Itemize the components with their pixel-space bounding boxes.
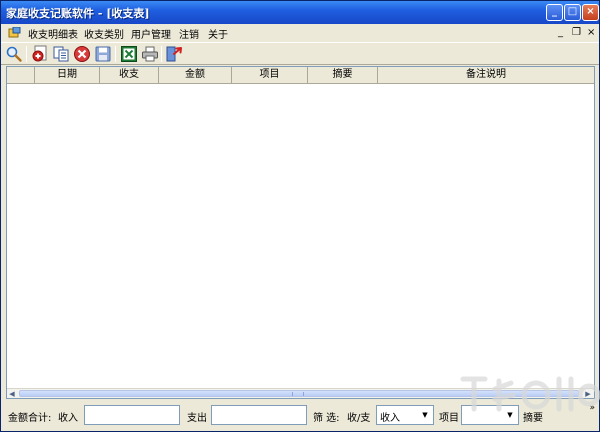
menu-about[interactable]: 关于	[208, 26, 228, 41]
column-header-amount[interactable]: 金额	[159, 67, 232, 84]
toolbar-separator	[161, 46, 162, 62]
total-label: 金额合计:	[8, 413, 52, 424]
summary-filter-label: 摘要	[523, 413, 543, 424]
income-label: 收入	[58, 413, 78, 424]
menu-bar: 收支明细表 收支类别 用户管理 注销 关于 _ ❐ ×	[1, 24, 599, 42]
column-header-summary[interactable]: 摘要	[308, 67, 378, 84]
window-title: 家庭收支记账软件 - [收支表]	[6, 7, 150, 20]
column-header-remarks[interactable]: 备注说明	[378, 67, 594, 84]
item-filter-select[interactable]: ▼	[461, 405, 519, 425]
item-filter-label: 项目	[439, 413, 459, 424]
delete-icon[interactable]	[73, 45, 91, 63]
column-header-item[interactable]: 项目	[232, 67, 308, 84]
search-icon[interactable]	[5, 45, 23, 63]
menu-income-expense-detail[interactable]: 收支明细表	[28, 26, 78, 41]
menu-categories[interactable]: 收支类别	[84, 26, 124, 41]
column-header-date[interactable]: 日期	[35, 67, 100, 84]
add-icon[interactable]	[31, 45, 49, 63]
mdi-close-button[interactable]: ×	[587, 27, 595, 38]
scrollbar-thumb[interactable]	[19, 390, 579, 397]
title-bar[interactable]: 家庭收支记账软件 - [收支表] _ □ ×	[1, 1, 599, 24]
chevron-down-icon[interactable]: ▼	[418, 407, 432, 423]
print-icon[interactable]	[141, 45, 159, 63]
type-filter-value: 收入	[380, 413, 400, 424]
app-menu-icon[interactable]	[8, 26, 21, 39]
overflow-chevron-icon[interactable]: »	[589, 403, 595, 413]
exit-icon[interactable]	[165, 45, 183, 63]
status-bar: 金额合计: 收入 支出 筛 选: 收/支 收入 ▼ 项目 ▼ 摘要 »	[1, 401, 599, 431]
save-icon[interactable]	[94, 45, 112, 63]
toolbar-separator	[26, 46, 27, 62]
menu-user-management[interactable]: 用户管理	[131, 26, 171, 41]
type-filter-select[interactable]: 收入 ▼	[376, 405, 434, 425]
type-filter-label: 收/支	[347, 413, 371, 424]
excel-export-icon[interactable]	[120, 45, 138, 63]
chevron-down-icon[interactable]: ▼	[503, 407, 517, 423]
income-total-field[interactable]	[84, 405, 180, 425]
scroll-left-arrow[interactable]: ◀	[7, 389, 17, 399]
scroll-right-arrow[interactable]: ▶	[583, 389, 593, 399]
filter-label: 筛 选:	[313, 413, 340, 424]
horizontal-scrollbar[interactable]: ◀ ▶	[7, 388, 594, 398]
mdi-minimize-button[interactable]: _	[558, 27, 563, 38]
toolbar-separator	[115, 46, 116, 62]
maximize-button[interactable]: □	[564, 4, 581, 21]
column-header-type[interactable]: 收支	[100, 67, 159, 84]
data-grid[interactable]: 日期 收支 金额 项目 摘要 备注说明 ◀ ▶	[6, 66, 595, 399]
expense-total-field[interactable]	[211, 405, 307, 425]
grid-header: 日期 收支 金额 项目 摘要 备注说明	[7, 67, 594, 84]
scrollbar-grip	[292, 392, 304, 396]
toolbar	[1, 42, 599, 65]
mdi-restore-button[interactable]: ❐	[572, 27, 581, 38]
grid-body[interactable]	[7, 84, 594, 388]
expense-label: 支出	[187, 413, 207, 424]
close-button[interactable]: ×	[582, 4, 599, 21]
row-header-column[interactable]	[7, 67, 35, 84]
minimize-button[interactable]: _	[546, 4, 563, 21]
copy-icon[interactable]	[52, 45, 70, 63]
app-window: 家庭收支记账软件 - [收支表] _ □ × 收支明细表 收支类别 用户管理 注…	[0, 0, 600, 432]
menu-logout[interactable]: 注销	[179, 26, 199, 41]
